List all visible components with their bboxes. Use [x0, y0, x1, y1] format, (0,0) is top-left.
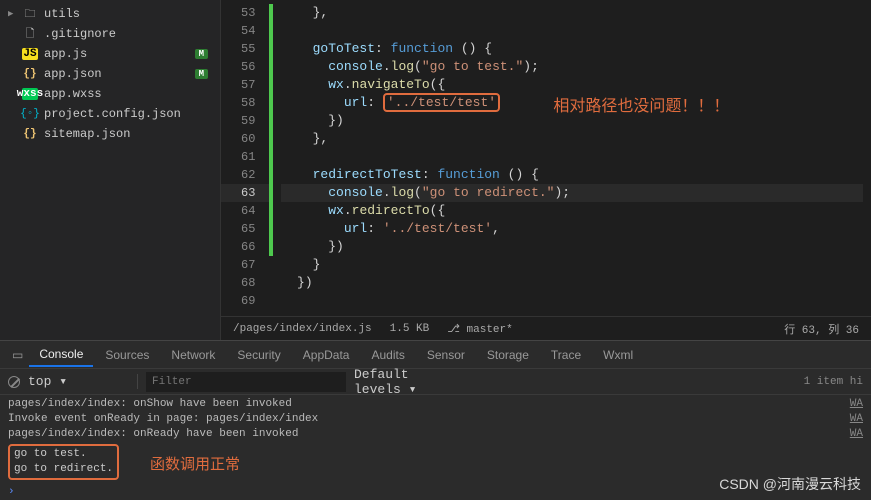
file-label: utils	[44, 7, 212, 21]
code-line[interactable]	[281, 148, 863, 166]
code-content[interactable]: }, goToTest: function () { console.log("…	[273, 0, 871, 316]
modified-badge: M	[195, 49, 208, 59]
code-editor: 5354555657585960616263646566676869 }, go…	[220, 0, 871, 340]
annotation-text: 相对路径也没问题！！！	[553, 92, 729, 116]
file-path: /pages/index/index.js	[233, 323, 372, 335]
code-line[interactable]: }	[281, 256, 863, 274]
console-line: pages/index/index: onShow have been invo…	[8, 397, 863, 412]
console-line: Invoke event onReady in page: pages/inde…	[8, 412, 863, 427]
panel-tab-audits[interactable]: Audits	[361, 344, 414, 366]
code-line[interactable]: redirectToTest: function () {	[281, 166, 863, 184]
annotation-text: 函数调用正常	[150, 453, 240, 474]
console-filter-input[interactable]	[146, 372, 346, 392]
line-gutter: 5354555657585960616263646566676869	[221, 0, 269, 316]
file-label: app.js	[44, 47, 189, 61]
panel-tab-console[interactable]: Console	[29, 343, 93, 367]
file-explorer[interactable]: ▶🗀utils🗋.gitignoreJSapp.jsM{}app.jsonMwx…	[0, 0, 220, 340]
panel-tab-security[interactable]: Security	[227, 344, 290, 366]
file-item-sitemap-json[interactable]: {}sitemap.json	[0, 124, 220, 144]
code-line[interactable]: },	[281, 4, 863, 22]
file-item-utils[interactable]: ▶🗀utils	[0, 4, 220, 24]
panel-tab-storage[interactable]: Storage	[477, 344, 539, 366]
file-item-app-wxss[interactable]: wxssapp.wxss	[0, 84, 220, 104]
cursor-position: 行 63, 列 36	[784, 321, 859, 337]
code-line[interactable]: })	[281, 238, 863, 256]
console-line: pages/index/index: onReady have been inv…	[8, 427, 863, 442]
modified-badge: M	[195, 69, 208, 79]
code-line[interactable]: goToTest: function () {	[281, 40, 863, 58]
panel-tab-network[interactable]: Network	[161, 344, 225, 366]
file-item-app-json[interactable]: {}app.jsonM	[0, 64, 220, 84]
source-link[interactable]: WA	[850, 397, 863, 412]
file-label: project.config.json	[44, 107, 212, 121]
file-size: 1.5 KB	[390, 323, 430, 335]
code-line[interactable]	[281, 292, 863, 310]
elements-inspector-icon[interactable]: ▭	[8, 346, 27, 364]
code-line[interactable]: wx.redirectTo({	[281, 202, 863, 220]
code-line[interactable]	[281, 22, 863, 40]
code-line[interactable]: console.log("go to test.");	[281, 58, 863, 76]
editor-status-bar: /pages/index/index.js 1.5 KB ⎇ master* 行…	[221, 316, 871, 340]
annotation-highlight: '../test/test'	[383, 93, 500, 112]
file-item--gitignore[interactable]: 🗋.gitignore	[0, 24, 220, 44]
code-line[interactable]: },	[281, 130, 863, 148]
console-prompt-icon[interactable]: ›	[8, 486, 15, 498]
source-link[interactable]: WA	[850, 427, 863, 442]
file-item-app-js[interactable]: JSapp.jsM	[0, 44, 220, 64]
panel-tab-sensor[interactable]: Sensor	[417, 344, 475, 366]
panel-tab-trace[interactable]: Trace	[541, 344, 591, 366]
git-branch[interactable]: ⎇ master*	[447, 322, 513, 336]
hidden-items-count: 1 item hi	[804, 376, 863, 388]
console-toolbar: top ▾ Default levels ▾ 1 item hi	[0, 369, 871, 395]
file-label: .gitignore	[44, 27, 212, 41]
panel-tab-wxml[interactable]: Wxml	[593, 344, 643, 366]
clear-console-icon[interactable]	[8, 376, 20, 388]
file-label: app.wxss	[44, 87, 212, 101]
log-levels-selector[interactable]: Default levels ▾	[354, 367, 454, 397]
panel-tab-sources[interactable]: Sources	[95, 344, 159, 366]
watermark: CSDN @河南漫云科技	[719, 474, 861, 494]
context-selector[interactable]: top ▾	[28, 374, 138, 389]
panel-tab-appdata[interactable]: AppData	[293, 344, 360, 366]
file-item-project-config-json[interactable]: {◦}project.config.json	[0, 104, 220, 124]
code-line[interactable]: url: '../test/test',	[281, 220, 863, 238]
code-line[interactable]: console.log("go to redirect.");	[281, 184, 863, 202]
code-line[interactable]: })	[281, 274, 863, 292]
console-log-line: go to test.	[14, 447, 113, 462]
file-label: app.json	[44, 67, 189, 81]
file-label: sitemap.json	[44, 127, 212, 141]
panel-tabs: ▭ ConsoleSourcesNetworkSecurityAppDataAu…	[0, 341, 871, 369]
console-log-line: go to redirect.	[14, 462, 113, 477]
annotation-log-box: go to test.go to redirect.	[8, 444, 119, 480]
source-link[interactable]: WA	[850, 412, 863, 427]
